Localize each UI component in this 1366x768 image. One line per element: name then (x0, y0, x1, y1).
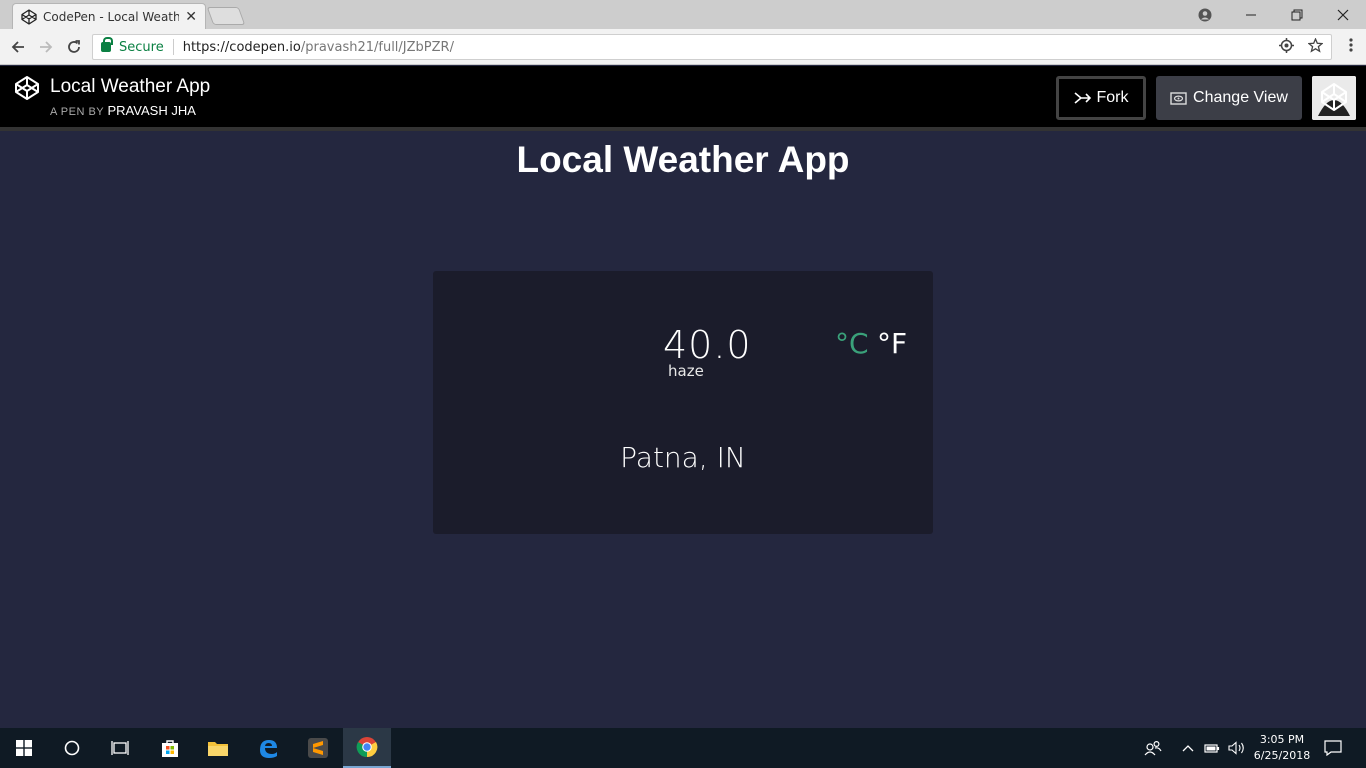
action-center-icon[interactable] (1324, 728, 1342, 768)
byline-prefix: A PEN BY (50, 106, 104, 118)
fahrenheit-toggle[interactable]: °F (877, 327, 907, 360)
windows-start-icon[interactable] (0, 728, 48, 768)
url-path: /pravash21/full/JZbPZR/ (300, 39, 454, 55)
reload-icon[interactable] (64, 37, 84, 57)
minimize-icon[interactable] (1228, 0, 1274, 29)
profile-icon[interactable] (1182, 0, 1228, 29)
app-heading: Local Weather App (516, 139, 850, 180)
bookmark-star-icon[interactable] (1307, 37, 1324, 57)
secure-label: Secure (119, 39, 164, 55)
lock-icon (101, 37, 113, 52)
microsoft-store-icon[interactable] (146, 728, 194, 768)
edge-browser-icon[interactable] (244, 728, 292, 768)
fork-icon (1073, 92, 1091, 104)
task-view-icon[interactable] (96, 728, 144, 768)
change-view-label: Change View (1193, 89, 1288, 106)
browser-menu-icon[interactable] (1343, 37, 1359, 57)
back-arrow-icon[interactable] (8, 37, 28, 57)
volume-icon[interactable] (1228, 728, 1246, 768)
new-tab-button[interactable] (206, 7, 246, 25)
weather-card: 40.0 haze °C °F Patna, IN (433, 271, 933, 534)
pen-preview: Local Weather App 40.0 haze °C °F Patna,… (0, 135, 1366, 728)
change-view-button[interactable]: Change View (1156, 76, 1302, 120)
pen-byline: A PEN BY PRAVASH JHA (50, 103, 196, 118)
codepen-favicon-icon (21, 8, 37, 25)
people-icon[interactable] (1144, 728, 1162, 768)
author-link[interactable]: PRAVASH JHA (108, 103, 196, 118)
tab-close-icon[interactable]: ✕ (185, 9, 197, 25)
browser-toolbar: Secure https://codepen.io /pravash21/ful… (0, 29, 1366, 65)
address-divider (172, 39, 174, 55)
fork-label: Fork (1096, 89, 1129, 106)
browser-tab-strip: CodePen - Local Weather ✕ (0, 0, 1366, 29)
fork-button[interactable]: Fork (1056, 76, 1146, 120)
clock-date: 6/25/2018 (1253, 749, 1311, 762)
windows-taskbar: 3:05 PM 6/25/2018 (0, 728, 1366, 768)
file-explorer-icon[interactable] (194, 728, 242, 768)
tab-title: CodePen - Local Weather (43, 9, 180, 24)
show-hidden-icons-chevron-icon[interactable] (1182, 728, 1194, 768)
location-target-icon[interactable] (1279, 38, 1294, 57)
sublime-text-icon[interactable] (294, 728, 342, 768)
temperature-value: 40.0 (663, 323, 752, 367)
avatar-codepen-icon (1312, 76, 1356, 120)
cortana-search-icon[interactable] (48, 728, 96, 768)
codepen-logo-icon[interactable] (14, 75, 40, 101)
user-avatar[interactable] (1312, 76, 1356, 120)
change-view-icon (1170, 91, 1187, 105)
clock-time: 3:05 PM (1259, 733, 1305, 746)
restore-icon[interactable] (1274, 0, 1320, 29)
weather-description: haze (668, 362, 704, 380)
address-bar[interactable]: Secure https://codepen.io /pravash21/ful… (92, 34, 1332, 60)
battery-icon[interactable] (1204, 728, 1220, 768)
pen-title: Local Weather App (50, 76, 211, 97)
url-host: https://codepen.io (182, 39, 301, 55)
location-label: Patna, IN (620, 441, 746, 474)
browser-tab[interactable]: CodePen - Local Weather ✕ (12, 3, 206, 29)
taskbar-clock[interactable]: 3:05 PM 6/25/2018 (1250, 732, 1314, 764)
forward-arrow-icon[interactable] (36, 37, 56, 57)
celsius-toggle[interactable]: °C (835, 327, 869, 360)
codepen-header: Local Weather App A PEN BY PRAVASH JHA F… (0, 66, 1366, 131)
close-window-icon[interactable] (1320, 0, 1366, 29)
chrome-taskbar-icon[interactable] (343, 728, 391, 768)
